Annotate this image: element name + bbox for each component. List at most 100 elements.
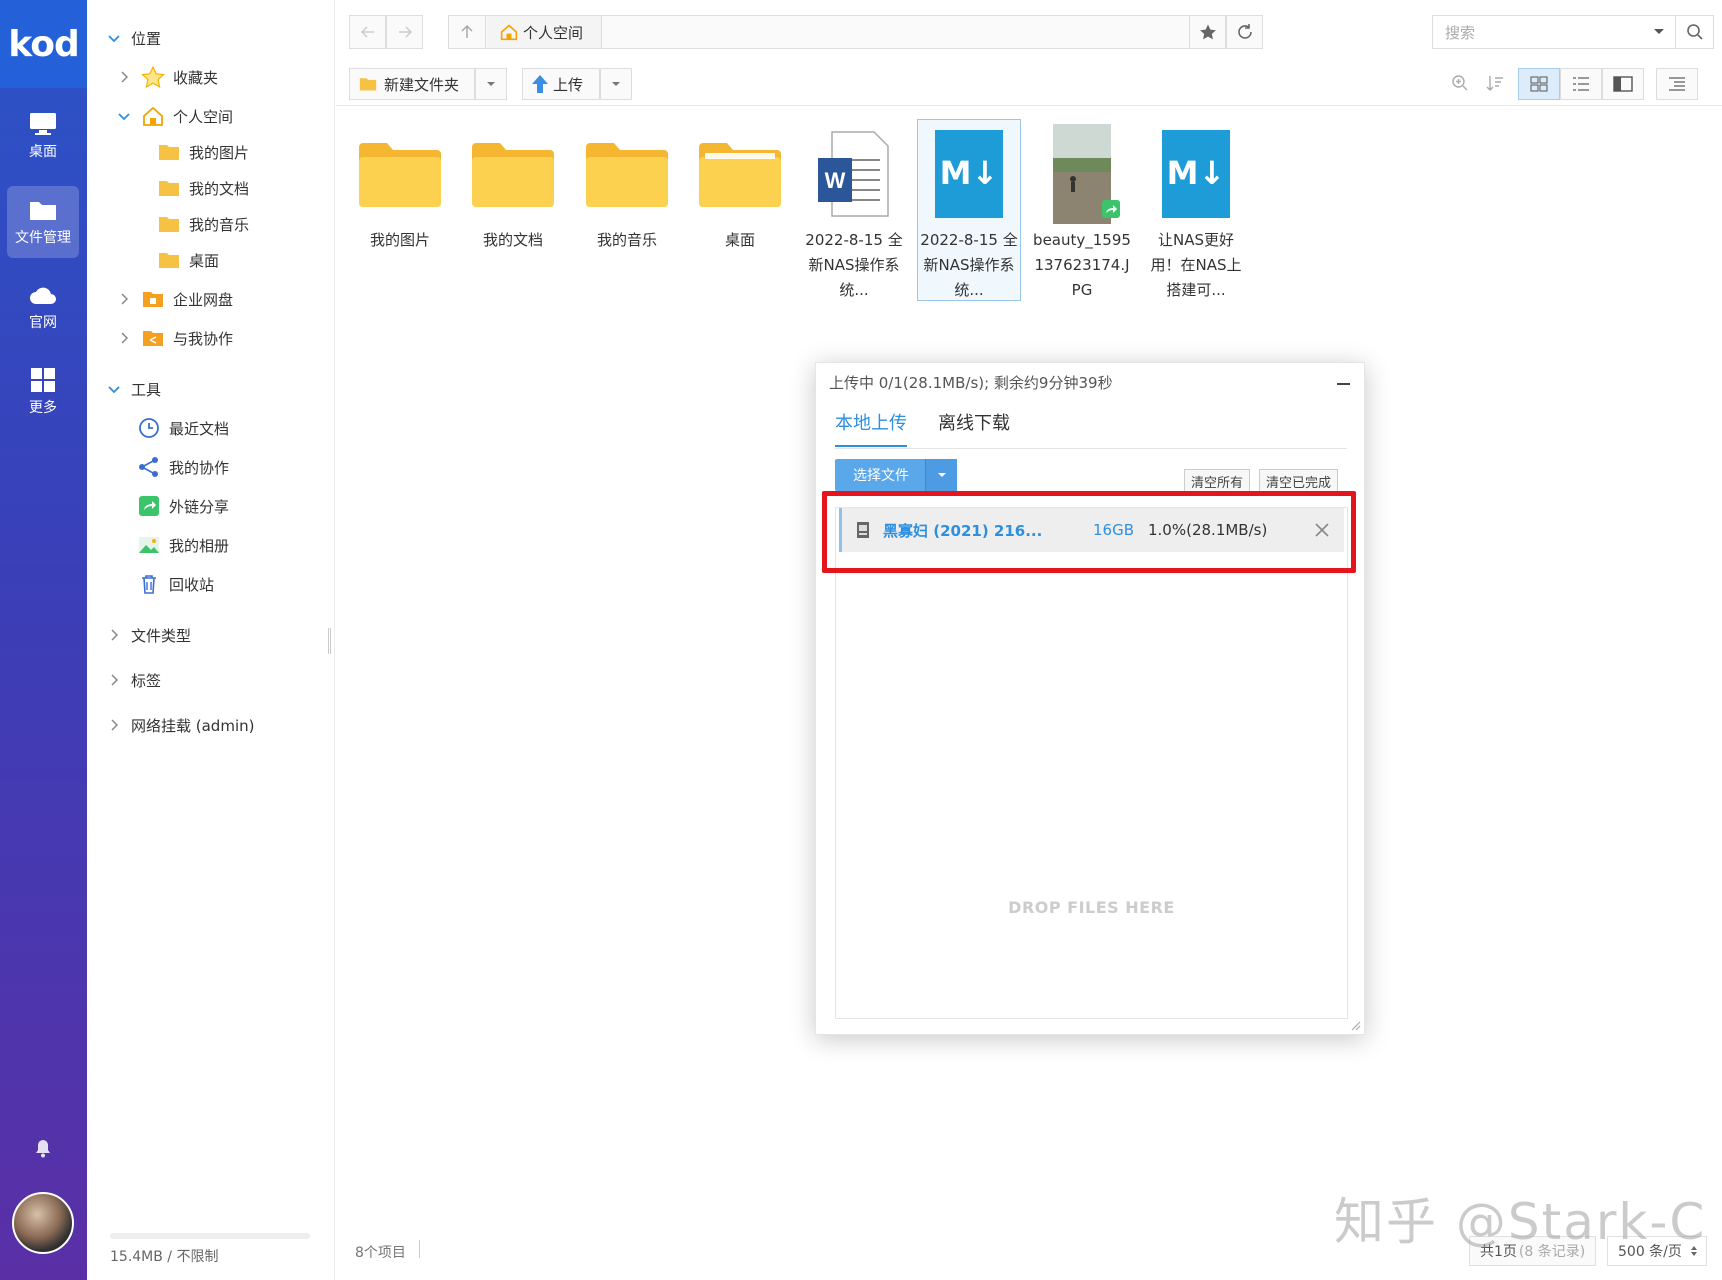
annotation-highlight-box: [822, 491, 1356, 573]
zoom-icon[interactable]: [1451, 74, 1469, 92]
upload-dropdown[interactable]: [600, 68, 632, 100]
tree-label: 我的文档: [189, 179, 250, 198]
search-button[interactable]: [1675, 16, 1713, 48]
app-logo[interactable]: kod: [0, 0, 87, 88]
folder-icon: [359, 78, 377, 91]
bell-icon[interactable]: [34, 1138, 52, 1158]
clear-completed-button[interactable]: 清空已完成: [1259, 469, 1339, 493]
sort-icon[interactable]: [1486, 74, 1504, 92]
tree-item-favorites[interactable]: 收藏夹: [117, 62, 218, 92]
tab-offline-download[interactable]: 离线下载: [938, 409, 1010, 445]
tree-section-tags[interactable]: 标签: [107, 665, 161, 695]
choose-file-button[interactable]: 选择文件: [835, 459, 925, 491]
folder-icon: [359, 143, 441, 207]
tree-item-personal-space[interactable]: 个人空间: [117, 101, 233, 131]
sidebar-resize-handle[interactable]: [328, 628, 331, 654]
search-icon: [1686, 24, 1703, 40]
resize-handle-icon[interactable]: [1349, 1019, 1361, 1031]
upload-button[interactable]: 上传: [522, 68, 600, 100]
rail-item-website[interactable]: 官网: [7, 271, 79, 343]
upload-tabs: 本地上传 离线下载: [835, 401, 1347, 449]
tree-label: 企业网盘: [173, 290, 234, 309]
tree-item-my-album[interactable]: 我的相册: [137, 530, 229, 560]
user-avatar[interactable]: [12, 1192, 74, 1254]
tree-item-shared-with-me[interactable]: 与我协作: [117, 323, 233, 353]
share-badge-icon: [1102, 200, 1120, 218]
tree-section-tools[interactable]: 工具: [107, 374, 161, 404]
back-button[interactable]: [349, 15, 386, 49]
tree-section-file-types[interactable]: 文件类型: [107, 620, 191, 650]
rail-item-more[interactable]: 更多: [7, 356, 79, 428]
file-item-image[interactable]: beauty_1595137623174.JPG: [1030, 120, 1134, 303]
favorite-button[interactable]: [1189, 15, 1226, 49]
file-name: 我的音乐: [596, 231, 657, 249]
search-input[interactable]: 搜索: [1445, 22, 1653, 43]
item-count: 8个项目: [355, 1245, 406, 1261]
chevron-right-icon: [111, 719, 119, 731]
folder-icon: [159, 253, 179, 268]
choose-file-dropdown[interactable]: [925, 459, 957, 491]
tree-item-recycle-bin[interactable]: 回收站: [137, 569, 214, 599]
tree-label: 桌面: [189, 251, 220, 270]
file-item-folder[interactable]: 我的文档: [461, 120, 565, 253]
tree-item-my-collab[interactable]: 我的协作: [137, 452, 229, 482]
arrow-left-icon: [360, 26, 374, 38]
breadcrumb[interactable]: 个人空间: [487, 16, 603, 48]
enterprise-folder-icon: [143, 292, 163, 307]
search-box[interactable]: 搜索: [1432, 15, 1714, 49]
path-bar[interactable]: 个人空间: [448, 15, 1263, 49]
refresh-button[interactable]: [1226, 15, 1263, 49]
tree-section-location[interactable]: 位置: [107, 23, 161, 53]
home-icon: [143, 106, 163, 126]
file-item-folder[interactable]: 我的音乐: [575, 120, 679, 253]
file-item-folder[interactable]: 我的图片: [348, 120, 452, 253]
chevron-right-icon: [121, 332, 129, 344]
tree-item-my-music[interactable]: 我的音乐: [157, 209, 249, 239]
file-item-word[interactable]: W 2022-8-15 全新NAS操作系统...: [802, 120, 906, 303]
tree-item-my-pictures[interactable]: 我的图片: [157, 137, 249, 167]
tree-label: 网络挂载 (admin): [131, 716, 255, 735]
tree-item-recent[interactable]: 最近文档: [137, 413, 229, 443]
chevron-down-icon: [118, 113, 130, 121]
up-button[interactable]: [449, 16, 486, 48]
cloud-icon: [30, 287, 56, 304]
rail-item-desktop[interactable]: 桌面: [7, 100, 79, 172]
tree-item-enterprise-drive[interactable]: 企业网盘: [117, 284, 233, 314]
chevron-down-icon: [108, 35, 120, 43]
forward-button[interactable]: [386, 15, 423, 49]
caret-down-icon: [612, 82, 620, 86]
minimize-button[interactable]: [1337, 383, 1350, 385]
detail-panel-button[interactable]: [1656, 68, 1698, 100]
rail-item-label: 文件管理: [15, 230, 71, 246]
icon-view-button[interactable]: [1518, 68, 1560, 100]
file-item-markdown[interactable]: M↓ 让NAS更好用！在NAS上搭建可...: [1144, 120, 1248, 303]
choose-file-group: 选择文件: [835, 459, 957, 491]
word-doc-icon: W: [818, 131, 889, 217]
monitor-icon: [30, 113, 56, 135]
split-view-button[interactable]: [1602, 68, 1644, 100]
file-item-markdown[interactable]: M↓ 2022-8-15 全新NAS操作系统...: [917, 119, 1021, 301]
file-name: beauty_1595137623174.JPG: [1033, 231, 1131, 299]
caret-down-icon: [937, 473, 946, 477]
star-icon: [1199, 24, 1216, 40]
link-share-icon: [139, 496, 159, 516]
rail-item-file-manager[interactable]: 文件管理: [7, 186, 79, 258]
tree-item-my-documents[interactable]: 我的文档: [157, 173, 249, 203]
tree-item-link-share[interactable]: 外链分享: [137, 491, 229, 521]
tree-label: 最近文档: [169, 419, 230, 438]
chevron-down-icon: [108, 386, 120, 394]
upload-label: 上传: [553, 75, 584, 94]
new-folder-button[interactable]: 新建文件夹: [349, 68, 475, 100]
tree-section-network-mount[interactable]: 网络挂载 (admin): [107, 710, 254, 740]
watermark: 知乎 @Stark-C: [1334, 1193, 1707, 1251]
new-folder-dropdown[interactable]: [475, 68, 507, 100]
grid-icon: [31, 368, 55, 392]
file-item-folder[interactable]: 桌面: [688, 120, 792, 253]
list-view-button[interactable]: [1560, 68, 1602, 100]
tab-local-upload[interactable]: 本地上传: [835, 409, 907, 447]
tree-label: 外链分享: [169, 497, 230, 516]
star-icon: [141, 66, 165, 88]
status-divider: [419, 1240, 420, 1258]
tree-item-desktop[interactable]: 桌面: [157, 245, 219, 275]
clear-all-button[interactable]: 清空所有: [1184, 469, 1251, 493]
